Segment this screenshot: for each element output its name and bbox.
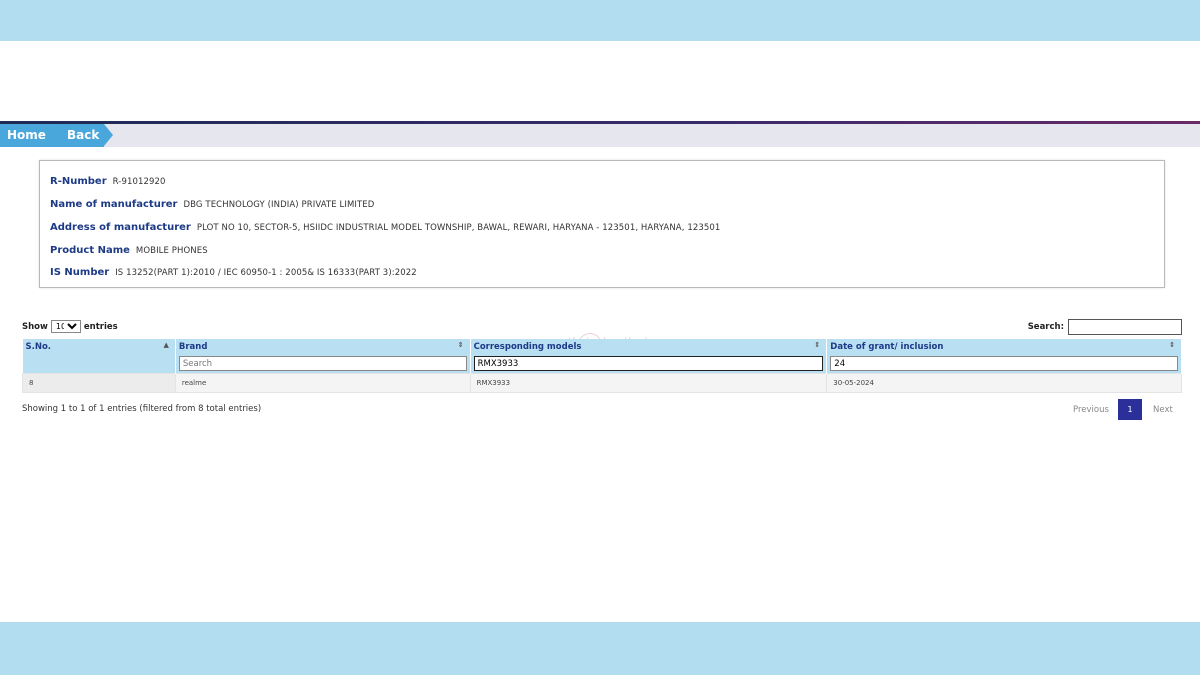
- bottom-banner-band: [0, 622, 1200, 675]
- show-label: Show: [22, 321, 48, 332]
- column-header-brand[interactable]: Brand ⇕: [175, 339, 471, 354]
- filter-cell-date: [826, 354, 1182, 374]
- registration-details-box: R-Number R-91012920 Name of manufacturer D…: [39, 160, 1165, 288]
- column-header-date[interactable]: Date of grant/ inclusion ⇕: [826, 339, 1182, 354]
- manufacturer-label: Name of manufacturer: [50, 199, 178, 210]
- page-length-control: Show 10 entries: [22, 320, 118, 333]
- breadcrumb-arrow-icon: [104, 124, 113, 146]
- is-number-row: IS Number IS 13252(PART 1):2010 / IEC 609…: [50, 267, 417, 278]
- sort-icon: ⇕: [1169, 341, 1175, 349]
- column-header-sno[interactable]: S.No. ▲: [22, 339, 176, 354]
- table-search: Search:: [1028, 319, 1182, 335]
- home-link[interactable]: Home: [0, 124, 52, 147]
- table-info-text: Showing 1 to 1 of 1 entries (filtered fr…: [22, 404, 262, 414]
- models-filter-input[interactable]: [473, 356, 824, 371]
- column-header-models[interactable]: Corresponding models ⇕: [470, 339, 828, 354]
- entries-label: entries: [83, 321, 118, 332]
- page-size-select[interactable]: 10: [50, 320, 81, 333]
- sort-icon: ⇕: [457, 341, 464, 349]
- table-row: 8 realme RMX3933 30-05-2024: [22, 373, 1182, 393]
- cell-sno: 8: [22, 373, 176, 393]
- table-header-row: S.No. ▲ Brand ⇕ Corresponding models ⇕ Date…: [22, 339, 1182, 354]
- address-value: PLOT NO 10, SECTOR-5, HSIIDC INDUSTRIAL …: [196, 223, 721, 233]
- search-input[interactable]: [1068, 319, 1182, 335]
- is-number-value: IS 13252(PART 1):2010 / IEC 60950-1 : 20…: [115, 268, 417, 278]
- manufacturer-row: Name of manufacturer DBG TECHNOLOGY (INDI…: [50, 199, 374, 210]
- current-page-button[interactable]: 1: [1118, 399, 1142, 420]
- address-label: Address of manufacturer: [50, 222, 191, 233]
- filter-cell-models: [470, 354, 828, 374]
- top-banner-band: [0, 0, 1200, 41]
- filter-cell-brand: [175, 354, 471, 374]
- product-label: Product Name: [50, 245, 130, 256]
- breadcrumb: Home Back: [0, 124, 1200, 147]
- back-link[interactable]: Back: [52, 124, 104, 147]
- date-filter-input[interactable]: [830, 356, 1178, 371]
- search-label: Search:: [1027, 322, 1064, 332]
- cell-brand: realme: [174, 373, 471, 393]
- product-value: MOBILE PHONES: [135, 246, 208, 256]
- manufacturer-value: DBG TECHNOLOGY (INDIA) PRIVATE LIMITED: [183, 200, 375, 210]
- filter-cell-sno: [22, 354, 176, 374]
- sort-asc-icon: ▲: [163, 341, 169, 349]
- is-number-label: IS Number: [50, 267, 110, 278]
- previous-page-button[interactable]: Previous: [1073, 405, 1109, 415]
- product-row: Product Name MOBILE PHONES: [50, 245, 208, 256]
- address-row: Address of manufacturer PLOT NO 10, SECTO…: [50, 222, 720, 233]
- brand-filter-input[interactable]: [178, 356, 467, 371]
- sort-icon: ⇕: [814, 341, 821, 349]
- next-page-button[interactable]: Next: [1153, 405, 1173, 415]
- models-table: S.No. ▲ Brand ⇕ Corresponding models ⇕ Date…: [22, 339, 1182, 393]
- r-number-row: R-Number R-91012920: [50, 176, 166, 187]
- r-number-value: R-91012920: [112, 177, 166, 187]
- filter-row: [22, 354, 1182, 374]
- cell-date: 30-05-2024: [826, 373, 1182, 393]
- r-number-label: R-Number: [50, 176, 107, 187]
- cell-model: RMX3933: [469, 373, 828, 393]
